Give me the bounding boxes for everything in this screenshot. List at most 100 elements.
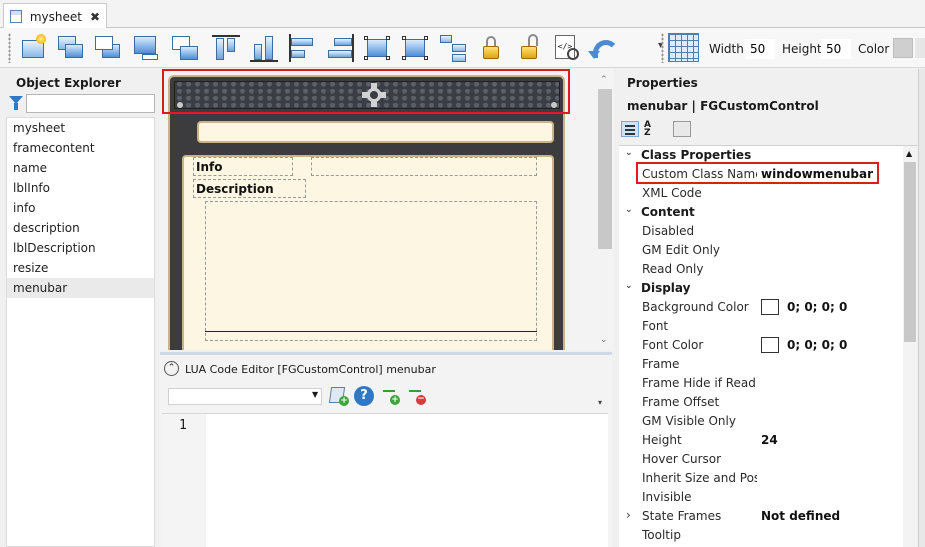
property-category[interactable]: ⌄ Display [619, 279, 901, 298]
grid-toggle-icon[interactable] [668, 33, 699, 62]
object-item-resize[interactable]: resize [7, 258, 154, 278]
align-right-button[interactable] [324, 32, 356, 64]
chevron-right-icon[interactable]: › [626, 508, 631, 522]
property-name: Read Only [642, 262, 704, 276]
property-value[interactable]: 0; 0; 0; 0 [787, 338, 847, 352]
property-row[interactable]: Invisible [619, 488, 901, 507]
canvas-scrollbar[interactable]: ⌃ ⌄ [596, 69, 614, 350]
bring-forward-button[interactable] [55, 32, 87, 64]
view-xml-button[interactable]: </> [551, 32, 583, 64]
grid-color-swatch[interactable] [893, 38, 913, 58]
description-control[interactable] [205, 201, 537, 341]
object-list: mysheet framecontent name lblInfo info d… [6, 117, 155, 547]
alphabetical-sort-icon[interactable]: AZ [644, 121, 662, 138]
property-value[interactable]: Not defined [761, 509, 840, 523]
property-value[interactable]: 24 [761, 433, 778, 447]
property-pages-icon[interactable] [673, 121, 691, 137]
property-name: Font Color [642, 338, 704, 352]
property-row[interactable]: GM Visible Only [619, 412, 901, 431]
unlock-button[interactable] [513, 32, 545, 64]
grid-height-input[interactable] [821, 39, 851, 59]
lock-button[interactable] [475, 32, 507, 64]
property-row[interactable]: GM Edit Only [619, 241, 901, 260]
lua-function-select[interactable] [168, 388, 322, 405]
lua-toolbar-overflow-icon[interactable]: ▾ [598, 398, 602, 407]
new-control-button[interactable] [18, 32, 50, 64]
property-row[interactable]: Frame Offset [619, 393, 901, 412]
properties-scrollbar[interactable]: ▲ [903, 146, 917, 547]
property-row[interactable]: Background Color 0; 0; 0; 0 [619, 298, 901, 317]
chevron-down-icon[interactable]: ⌄ [625, 205, 633, 215]
scroll-up-icon[interactable]: ⌃ [600, 75, 608, 85]
property-category[interactable]: ⌄ Content [619, 203, 901, 222]
lock-icon [483, 46, 499, 59]
info-control[interactable] [311, 157, 537, 176]
fit-width-button[interactable] [361, 32, 393, 64]
align-top-button[interactable] [210, 32, 242, 64]
object-item-lbldescription[interactable]: lblDescription [7, 238, 154, 258]
close-tab-icon[interactable]: ✖ [90, 10, 100, 24]
toolbar-grip[interactable] [661, 33, 664, 63]
property-row[interactable]: › State Frames Not defined [619, 507, 901, 526]
color-swatch[interactable] [761, 299, 779, 315]
property-row[interactable]: Disabled [619, 222, 901, 241]
property-row[interactable]: Inherit Size and Position [619, 469, 901, 488]
hierarchy-button[interactable] [437, 32, 469, 64]
design-canvas[interactable]: Info Description [160, 69, 596, 350]
align-left-button[interactable] [286, 32, 318, 64]
toolbar-grip[interactable] [8, 33, 11, 63]
object-filter-input[interactable] [26, 94, 155, 113]
object-item-lblinfo[interactable]: lblInfo [7, 178, 154, 198]
property-row[interactable]: Font Color 0; 0; 0; 0 [619, 336, 901, 355]
property-row[interactable]: Tooltip [619, 526, 901, 545]
dropdown-arrow-icon[interactable]: ▼ [312, 390, 318, 399]
tree-node-icon [452, 44, 466, 52]
send-to-back-button[interactable] [168, 32, 200, 64]
grid-color-dropdown[interactable] [915, 38, 925, 58]
layer-front-icon [95, 36, 113, 50]
chevron-down-icon[interactable]: ⌄ [625, 281, 633, 291]
lblinfo-control[interactable]: Info [193, 157, 293, 176]
properties-title: Properties [627, 76, 698, 90]
scroll-down-icon[interactable]: ⌄ [600, 335, 608, 345]
scroll-up-icon[interactable]: ▲ [906, 149, 912, 158]
property-row[interactable]: Font [619, 317, 901, 336]
categorized-view-icon[interactable] [621, 121, 639, 137]
chevron-down-icon[interactable]: ⌄ [625, 148, 633, 158]
property-row[interactable]: Read Only [619, 260, 901, 279]
help-icon[interactable]: ? [354, 386, 374, 406]
collapse-icon[interactable]: ⌃ [164, 361, 179, 376]
lua-code-editor[interactable]: 1 [162, 413, 608, 547]
send-backward-button[interactable] [92, 32, 124, 64]
object-item-framecontent[interactable]: framecontent [7, 138, 154, 158]
object-item-description[interactable]: description [7, 218, 154, 238]
property-row[interactable]: Frame Hide if Read Only [619, 374, 901, 393]
remove-handler-button[interactable]: − [408, 386, 428, 406]
object-item-mysheet[interactable]: mysheet [7, 118, 154, 138]
tab-mysheet[interactable]: mysheet ✖ [3, 3, 107, 29]
name-field[interactable] [197, 121, 554, 143]
object-item-name[interactable]: name [7, 158, 154, 178]
property-row[interactable]: Frame [619, 355, 901, 374]
grid-width-input[interactable] [745, 39, 775, 59]
property-row[interactable]: XML Code [619, 184, 901, 203]
align-bottom-button[interactable] [248, 32, 280, 64]
color-swatch[interactable] [761, 337, 779, 353]
lua-editor-title: LUA Code Editor [FGCustomControl] menuba… [185, 363, 436, 376]
add-script-button[interactable]: + [328, 386, 349, 406]
object-item-info[interactable]: info [7, 198, 154, 218]
property-value[interactable]: 0; 0; 0; 0 [787, 300, 847, 314]
scroll-thumb[interactable] [904, 162, 916, 342]
collapsed-side-panel[interactable] [918, 69, 925, 547]
category-label: Class Properties [641, 148, 752, 162]
property-row[interactable]: Height 24 [619, 431, 901, 450]
undo-button[interactable] [588, 32, 621, 64]
align-bar-icon [291, 50, 305, 58]
property-row[interactable]: Hover Cursor [619, 450, 901, 469]
add-handler-button[interactable]: + [382, 386, 402, 406]
bring-to-front-button[interactable] [130, 32, 162, 64]
lbldescription-control[interactable]: Description [193, 179, 306, 198]
scroll-thumb[interactable] [598, 89, 612, 249]
fit-height-button[interactable] [399, 32, 431, 64]
object-item-menubar[interactable]: menubar [7, 278, 154, 298]
